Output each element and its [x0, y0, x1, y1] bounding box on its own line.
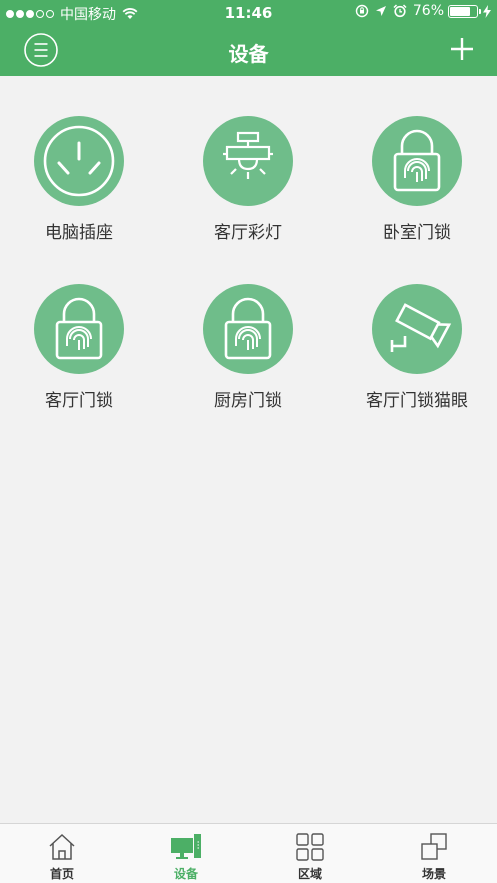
status-bar: 中国移动 11:46 76% [0, 0, 497, 26]
security-camera-icon [372, 284, 462, 374]
grid-icon [296, 833, 324, 861]
tab-areas[interactable]: 区域 [248, 824, 372, 883]
device-item-living-room-lock[interactable]: 客厅门锁 [4, 284, 154, 424]
device-label: 客厅门锁 [45, 391, 113, 411]
battery-icon [448, 4, 481, 18]
status-right: 76% [349, 3, 491, 19]
home-icon [49, 833, 75, 860]
charging-bolt-icon [483, 4, 491, 18]
add-device-button[interactable] [449, 36, 475, 62]
scene-icon [421, 833, 447, 860]
tab-label: 区域 [297, 867, 322, 881]
tab-label: 设备 [173, 867, 198, 881]
tab-bar: 首页 设备 区域 场景 [0, 823, 497, 883]
device-item-bedroom-lock[interactable]: 卧室门锁 [342, 116, 492, 256]
device-label: 卧室门锁 [383, 223, 451, 243]
device-label: 客厅彩灯 [214, 223, 282, 243]
tab-home[interactable]: 首页 [0, 824, 124, 883]
device-item-computer-socket[interactable]: 电脑插座 [4, 116, 154, 256]
device-label: 客厅门锁猫眼 [366, 391, 468, 411]
tab-label: 首页 [49, 867, 74, 881]
location-arrow-icon [375, 6, 386, 16]
device-label: 厨房门锁 [214, 391, 282, 411]
tab-scenes[interactable]: 场景 [372, 824, 496, 883]
header: 中国移动 11:46 76% 设备 [0, 0, 497, 76]
device-item-living-room-lamp[interactable]: 客厅彩灯 [173, 116, 323, 256]
tab-label: 场景 [421, 867, 446, 881]
device-item-kitchen-lock[interactable]: 厨房门锁 [173, 284, 323, 424]
battery-percent: 76% [412, 3, 444, 19]
power-socket-icon [34, 116, 124, 206]
fingerprint-lock-icon [203, 284, 293, 374]
device-item-living-room-peephole[interactable]: 客厅门锁猫眼 [342, 284, 492, 424]
alarm-clock-icon [393, 4, 407, 18]
tab-devices[interactable]: 设备 [124, 824, 248, 883]
ceiling-lamp-icon [203, 116, 293, 206]
fingerprint-lock-icon [34, 284, 124, 374]
devices-icon [171, 834, 201, 859]
device-label: 电脑插座 [45, 223, 113, 243]
fingerprint-lock-icon [372, 116, 462, 206]
rotation-lock-icon [355, 4, 369, 18]
page-title: 设备 [228, 42, 269, 66]
